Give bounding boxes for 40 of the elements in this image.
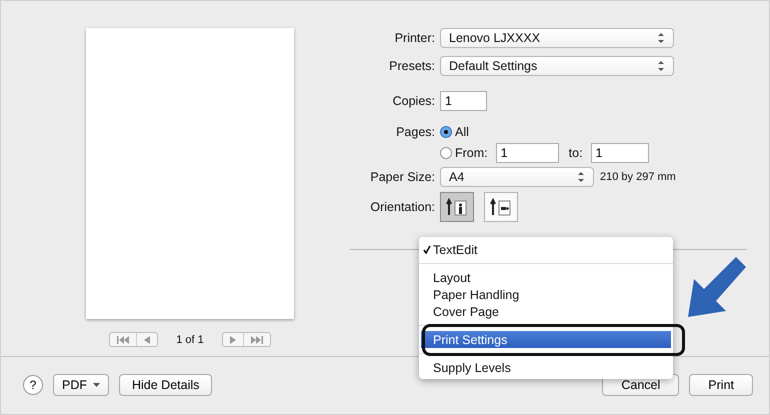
menu-item[interactable]: Supply Levels [419,359,673,376]
skip-back-icon [116,336,130,344]
skip-forward-icon [250,336,264,344]
radio-button[interactable] [440,126,452,138]
menu-item[interactable]: Print Settings [421,331,671,348]
radio-label: All [455,125,469,139]
to-page-field[interactable]: 1 [590,143,649,163]
copies-field[interactable]: 1 [440,91,487,111]
field-label: Presets: [388,58,436,75]
radio-label: From: [455,146,488,160]
printer-dropdown[interactable]: Lenovo LJXXXX [440,28,674,48]
checkmark-icon [423,245,431,254]
caret-icon [93,383,100,387]
field-label: Orientation: [369,199,436,216]
menu-item[interactable]: Paper Handling [419,286,673,303]
pointer-arrow-icon [686,257,748,319]
help-button[interactable]: ? [23,375,43,395]
triangle-right-icon [228,336,237,344]
radio-button[interactable] [440,147,452,159]
presets-dropdown[interactable]: Default Settings [440,56,674,76]
field-label: to: [568,146,583,160]
field-label: Pages: [395,124,436,141]
paper-size-dropdown[interactable]: A4 [440,167,594,187]
print-button[interactable]: Print [689,374,753,396]
portrait-page-icon [446,198,468,216]
triangle-left-icon [143,336,152,344]
landscape-page-icon [490,198,512,216]
paper-dimensions: 210 by 297 mm [600,171,676,183]
from-page-field[interactable]: 1 [496,143,559,163]
menu-item[interactable]: Cover Page [419,303,673,320]
pdf-button[interactable]: PDF [53,374,109,396]
field-label: Paper Size: [369,169,436,186]
field-label: Printer: [394,30,436,47]
menu-item[interactable]: Layout [419,269,673,286]
portrait-button[interactable] [440,192,474,222]
field-label: Copies: [392,93,436,110]
landscape-button[interactable] [484,192,518,222]
page-count: 1 of 1 [176,334,204,346]
hide-details-button[interactable]: Hide Details [119,374,212,396]
menu-item[interactable]: TextEdit [419,241,673,258]
